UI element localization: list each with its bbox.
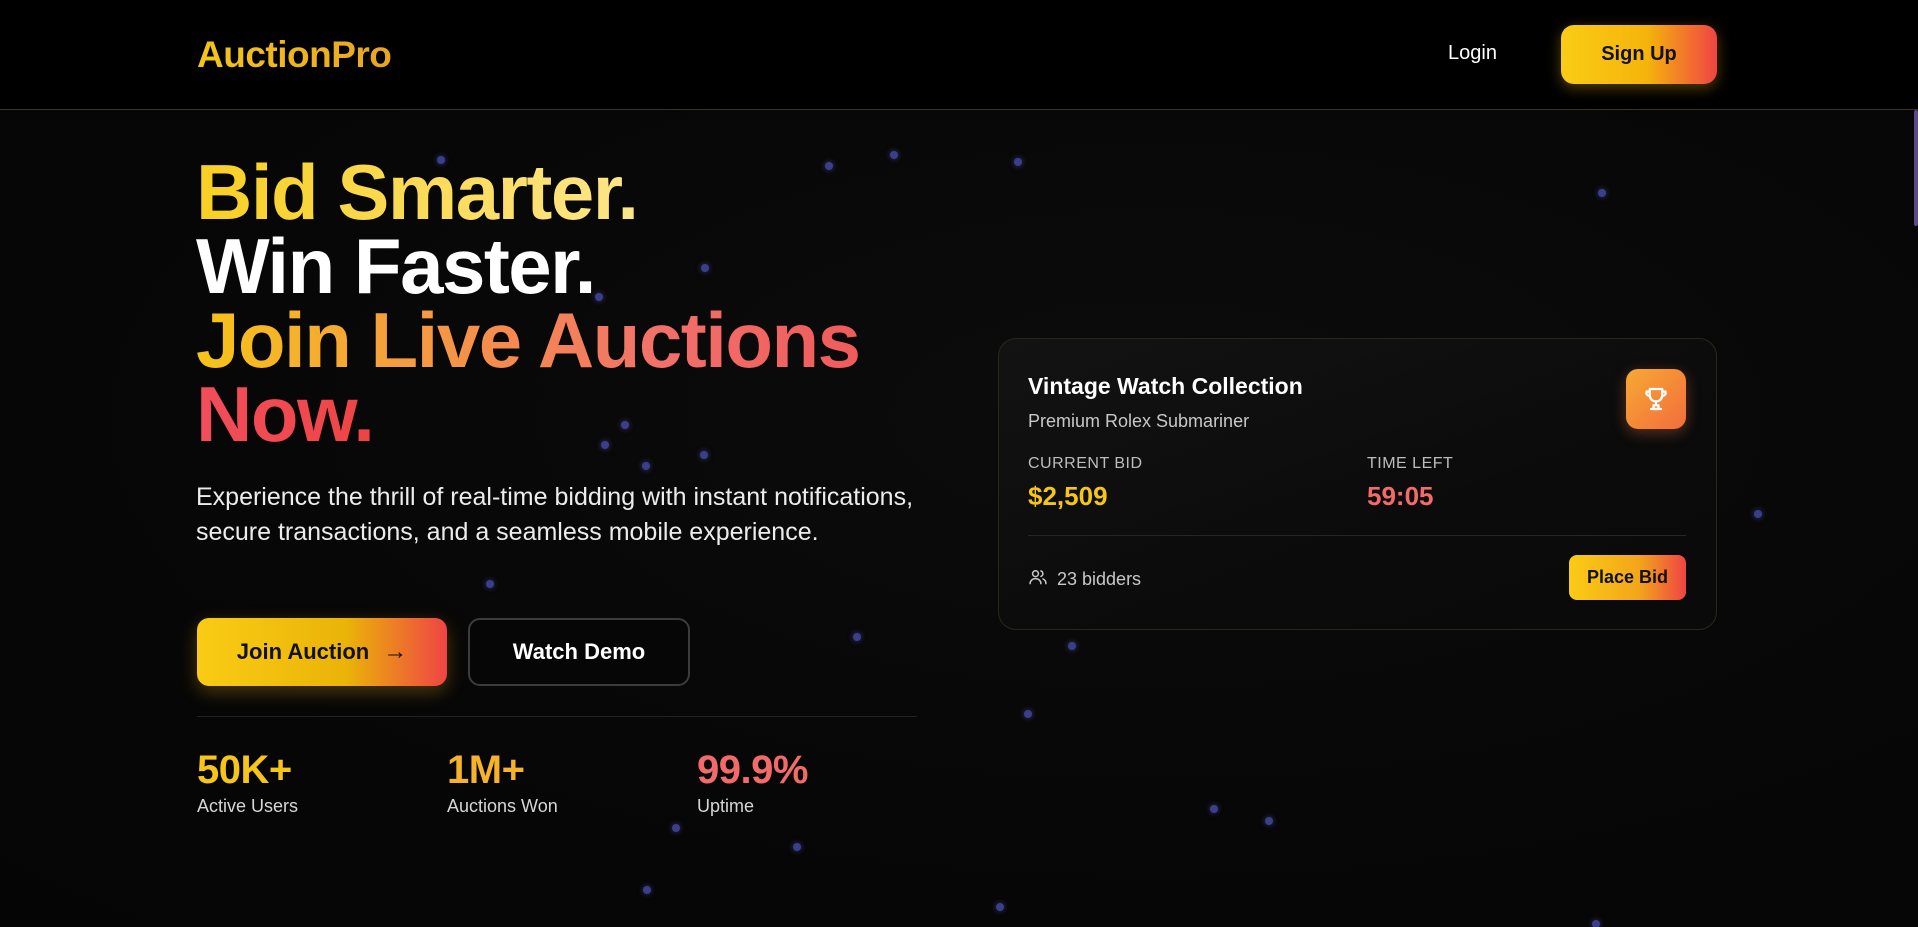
stat-uptime: 99.9% Uptime [697,748,808,817]
particle-dot [642,462,650,470]
particle-dot [793,843,801,851]
particle-dot [1265,817,1273,825]
particle-dot [486,580,494,588]
arrow-right-icon: → [383,638,408,665]
login-link[interactable]: Login [1448,42,1497,65]
hero-headline-line-4: Now. [196,370,375,458]
trophy-icon [1626,369,1686,429]
particle-dot [1014,158,1022,166]
stat-value: 50K+ [197,748,292,792]
signup-button[interactable]: Sign Up [1561,25,1717,84]
stat-label: Uptime [697,796,755,816]
hero-subtitle: Experience the thrill of real-time biddi… [196,483,914,546]
particle-dot [1024,710,1032,718]
particle-dot [700,451,708,459]
watch-demo-button[interactable]: Watch Demo [468,618,690,686]
auction-subtitle: Premium Rolex Submariner [1028,411,1250,431]
place-bid-button[interactable]: Place Bid [1569,555,1686,600]
particle-dot [1068,642,1076,650]
particle-dot [1754,510,1762,518]
top-navbar: AuctionPro Login Sign Up [0,0,1918,110]
current-bid-value: $2,509 [1028,481,1108,511]
brand-logo[interactable]: AuctionPro [197,34,392,76]
bidders-count: 23 bidders [1028,567,1141,592]
particle-dot [853,633,861,641]
time-left-label: TIME LEFT [1367,455,1454,472]
join-auction-button[interactable]: Join Auction → [197,618,447,686]
stat-value: 99.9% [697,748,808,792]
bidders-text: 23 bidders [1057,569,1142,589]
particle-dot [701,264,709,272]
users-icon [1028,567,1048,592]
particle-dot [1598,189,1606,197]
particle-dot [996,903,1004,911]
particle-dot [825,162,833,170]
particle-dot [672,824,680,832]
hero-headline-line-1: Bid Smarter. [196,148,639,236]
auction-title: Vintage Watch Collection [1028,373,1303,399]
particle-dot [621,421,629,429]
particle-dot [601,441,609,449]
hero-headline-line-2: Win Faster. [196,222,596,310]
stat-label: Auctions Won [447,796,558,816]
stat-active-users: 50K+ Active Users [197,748,298,817]
card-divider [1028,535,1686,536]
current-bid-label: CURRENT BID [1028,455,1143,472]
particle-dot [1210,805,1218,813]
hero-headline-line-3: Join Live Auctions [196,296,861,384]
join-auction-label: Join Auction [236,639,370,664]
stats-divider [197,716,917,717]
stat-auctions-won: 1M+ Auctions Won [447,748,558,817]
particle-dot [643,886,651,894]
time-left-value: 59:05 [1367,481,1434,511]
particle-dot [1592,920,1600,927]
scrollbar-thumb[interactable] [1914,110,1918,226]
auction-card: Vintage Watch Collection Premium Rolex S… [998,338,1717,630]
stat-label: Active Users [197,796,299,816]
particle-dot [890,151,898,159]
stat-value: 1M+ [447,748,525,792]
landing-page: AuctionPro Login Sign Up Bid Smarter. Wi… [0,0,1918,927]
